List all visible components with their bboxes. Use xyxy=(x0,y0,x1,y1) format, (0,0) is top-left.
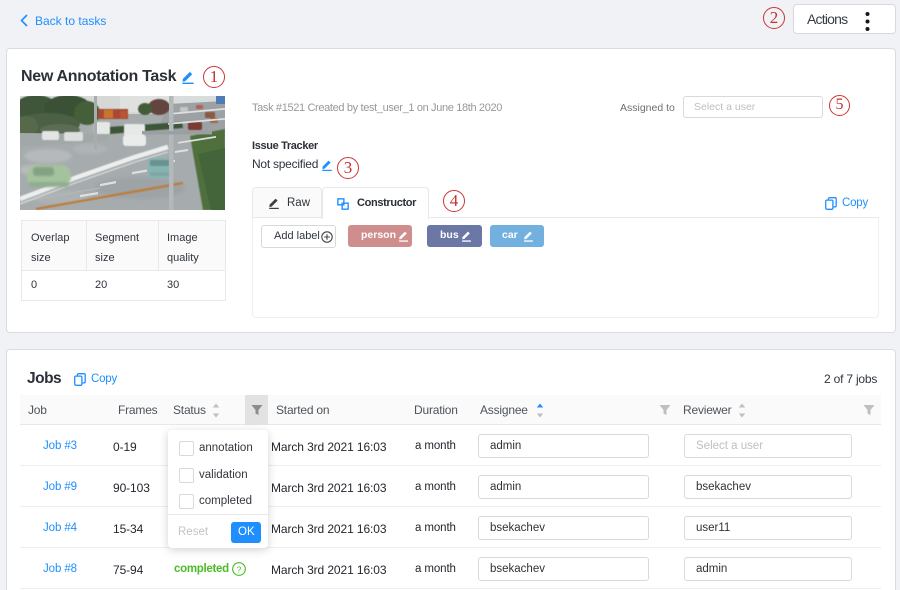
svg-text:?: ? xyxy=(237,564,242,574)
